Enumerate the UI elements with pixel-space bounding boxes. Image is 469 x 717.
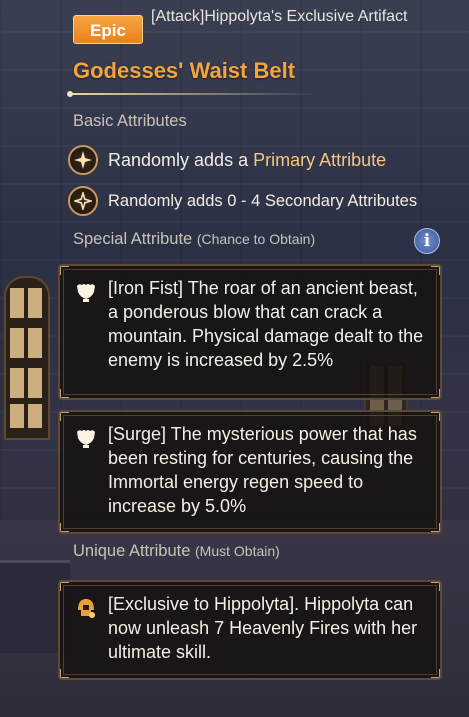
unique-attribute-card-exclusive: [Exclusive to Hippolyta]. Hippolyta can … <box>58 580 442 680</box>
basic-attributes-label: Basic Attributes <box>73 112 187 130</box>
special-attribute-text: [Surge] The mysterious power that has be… <box>108 424 417 516</box>
special-attribute-sublabel: (Chance to Obtain) <box>196 231 316 247</box>
special-attribute-title: Special Attribute <box>73 230 193 248</box>
special-attribute-card-surge: [Surge] The mysterious power that has be… <box>58 410 442 534</box>
special-attribute-label: Special Attribute (Chance to Obtain) <box>73 230 315 249</box>
basic-attribute-text-secondary: Randomly adds 0 - 4 Secondary Attributes <box>108 191 418 210</box>
basic-attribute-row-primary: Randomly adds a Primary Attribute <box>68 145 386 175</box>
unique-attribute-sublabel: (Must Obtain) <box>195 543 280 559</box>
info-icon[interactable]: i <box>414 228 440 254</box>
special-attribute-text: [Iron Fist] The roar of an ancient beast… <box>108 278 424 370</box>
basic-attribute-row-secondary: Randomly adds 0 - 4 Secondary Attributes <box>68 186 417 216</box>
rarity-badge: Epic <box>73 15 143 44</box>
item-title: Godesses' Waist Belt <box>73 58 296 83</box>
special-attribute-card-iron-fist: [Iron Fist] The roar of an ancient beast… <box>58 264 442 400</box>
sparkle-icon <box>68 145 98 175</box>
primary-attribute-highlight: Primary Attribute <box>253 149 387 170</box>
sparkle-outline-icon <box>68 186 98 216</box>
fist-icon <box>77 284 95 302</box>
title-divider <box>67 91 319 97</box>
basic-attribute-prefix: Randomly adds a <box>108 149 254 170</box>
unique-attribute-title: Unique Attribute <box>73 542 191 560</box>
fist-icon <box>77 430 95 448</box>
item-category: [Attack]Hippolyta's Exclusive Artifact <box>151 8 408 25</box>
basic-attribute-text-primary: Randomly adds a Primary Attribute <box>108 150 386 171</box>
unique-attribute-label: Unique Attribute (Must Obtain) <box>73 542 280 561</box>
helmet-icon <box>78 599 95 618</box>
background-window <box>4 276 50 440</box>
unique-attribute-text: [Exclusive to Hippolyta]. Hippolyta can … <box>108 594 418 662</box>
